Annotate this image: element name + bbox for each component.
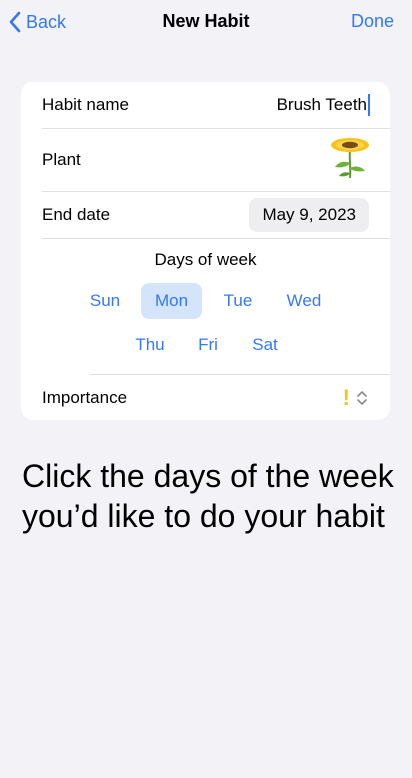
navigation-bar: Back New Habit Done: [0, 0, 412, 44]
day-wed[interactable]: Wed: [276, 283, 332, 319]
done-button[interactable]: Done: [351, 11, 394, 32]
sunflower-icon[interactable]: [330, 137, 370, 184]
end-date-picker[interactable]: May 9, 2023: [249, 198, 369, 232]
plant-row[interactable]: Plant: [42, 129, 390, 191]
importance-value: !: [342, 384, 350, 410]
day-mon[interactable]: Mon: [141, 283, 202, 319]
plant-label: Plant: [42, 150, 81, 169]
back-label: Back: [26, 11, 67, 32]
chevron-up-down-icon: [357, 390, 367, 405]
divider: [42, 238, 390, 239]
importance-label: Importance: [42, 387, 128, 407]
day-sat[interactable]: Sat: [239, 327, 291, 363]
text-cursor: [368, 94, 370, 116]
importance-picker[interactable]: !: [342, 384, 368, 410]
instruction-caption: Click the days of the week you’d like to…: [22, 458, 394, 534]
habit-name-label: Habit name: [42, 95, 129, 114]
day-thu[interactable]: Thu: [124, 327, 176, 363]
days-of-week-title: Days of week: [154, 250, 257, 269]
habit-name-value: Brush Teeth: [276, 95, 367, 114]
day-sun[interactable]: Sun: [79, 283, 131, 319]
back-button[interactable]: Back: [8, 10, 66, 34]
day-tue[interactable]: Tue: [212, 283, 264, 319]
importance-row: Importance !: [42, 375, 390, 420]
habit-name-row: Habit name Brush Teeth: [42, 82, 390, 128]
habit-name-field[interactable]: Brush Teeth: [277, 94, 390, 116]
chevron-left-icon: [9, 11, 21, 33]
end-date-row: End date May 9, 2023: [42, 192, 390, 238]
habit-form-card: Habit name Brush Teeth Plant End date Ma…: [21, 82, 390, 420]
end-date-label: End date: [42, 205, 111, 224]
day-fri[interactable]: Fri: [183, 327, 233, 363]
